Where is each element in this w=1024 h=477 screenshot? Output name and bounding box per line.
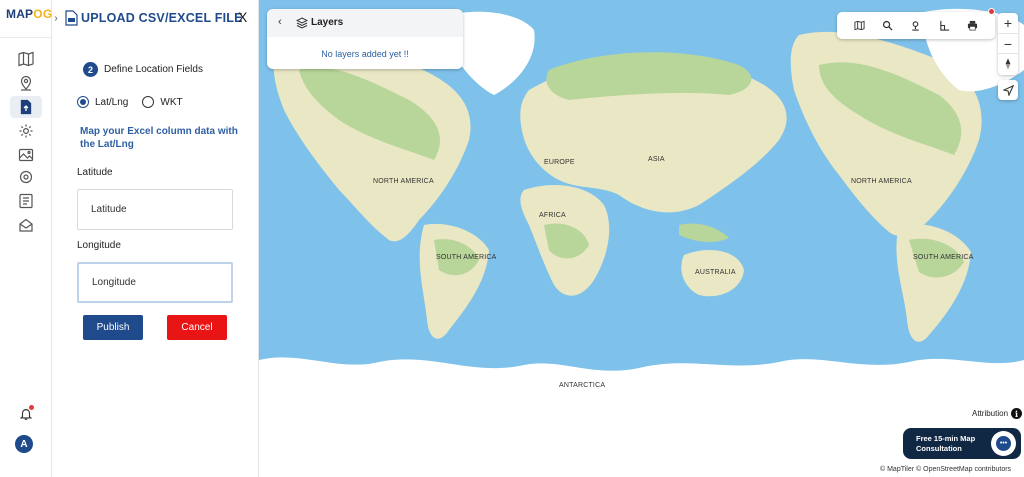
upload-file-icon[interactable] <box>10 96 42 118</box>
photo-icon[interactable] <box>10 144 42 166</box>
pin-icon[interactable] <box>10 72 42 94</box>
radio-latlng[interactable]: Lat/Lng <box>77 96 128 108</box>
mailbox-icon[interactable] <box>10 214 42 236</box>
print-icon[interactable] <box>966 19 980 33</box>
map-credits: © MapTiler © OpenStreetMap contributors <box>880 466 1012 473</box>
csv-file-icon <box>65 10 78 26</box>
cancel-button[interactable]: Cancel <box>167 315 227 340</box>
map-label-australia: AUSTRALIA <box>695 269 736 276</box>
world-map-graphic <box>259 8 1024 477</box>
upload-panel: › UPLOAD CSV/EXCEL FILE X 2 Define Locat… <box>52 0 259 477</box>
attribution-label: Attribution <box>972 409 1009 418</box>
rail-divider <box>0 37 52 38</box>
panel-title: UPLOAD CSV/EXCEL FILE <box>81 11 243 25</box>
map-label-africa: AFRICA <box>539 212 566 219</box>
app-logo[interactable]: MAPOG <box>6 7 52 21</box>
attribution-button[interactable]: Attribution i <box>972 408 1023 419</box>
world-map[interactable]: EUROPE ASIA NORTH AMERICA NORTH AMERICA … <box>259 0 1024 477</box>
publish-button[interactable]: Publish <box>83 315 143 340</box>
info-icon[interactable]: i <box>1011 408 1023 419</box>
chevron-left-icon[interactable]: ‹ <box>278 16 282 28</box>
chevron-right-icon[interactable]: › <box>52 10 60 26</box>
notification-dot <box>29 405 34 410</box>
consultation-button[interactable]: Free 15-min Map Consultation ••• <box>903 428 1021 459</box>
map-label-south-america-right: SOUTH AMERICA <box>913 254 974 261</box>
bell-icon[interactable] <box>16 404 36 424</box>
layers-header: ‹ Layers <box>267 9 463 37</box>
map-label-antarctica: ANTARCTICA <box>559 382 606 389</box>
consultation-text: Free 15-min Map Consultation <box>916 434 976 453</box>
layers-panel: ‹ Layers No layers added yet !! <box>267 9 463 69</box>
map-label-north-america-right: NORTH AMERICA <box>851 178 912 185</box>
map-toolbar <box>837 12 995 39</box>
zoom-in-button[interactable]: + <box>998 13 1018 33</box>
latitude-input[interactable] <box>91 204 232 215</box>
zoom-controls: + − <box>998 13 1018 75</box>
navigate-icon[interactable] <box>998 80 1018 100</box>
latitude-label: Latitude <box>77 167 113 178</box>
toolbar-notification-dot <box>988 8 995 15</box>
step-number: 2 <box>83 62 98 77</box>
map-label-south-america-left: SOUTH AMERICA <box>436 254 497 261</box>
map-label-north-america-left: NORTH AMERICA <box>373 178 434 185</box>
step-indicator: 2 Define Location Fields <box>83 62 203 77</box>
layers-empty-message: No layers added yet !! <box>321 49 409 59</box>
location-pin-icon[interactable] <box>909 19 923 33</box>
latitude-field[interactable] <box>77 189 233 230</box>
longitude-input[interactable] <box>92 277 231 288</box>
radio-wkt-indicator[interactable] <box>142 96 155 108</box>
panel-header: › UPLOAD CSV/EXCEL FILE X <box>52 0 259 37</box>
measure-icon[interactable] <box>937 19 951 33</box>
avatar[interactable]: A <box>15 435 33 453</box>
gear-icon[interactable] <box>10 166 42 188</box>
chat-icon[interactable]: ••• <box>991 431 1016 456</box>
longitude-label: Longitude <box>77 240 121 251</box>
list-icon[interactable] <box>10 190 42 212</box>
map-description: Map your Excel column data with the Lat/… <box>80 126 238 150</box>
map-layers-icon[interactable] <box>852 19 866 33</box>
longitude-field[interactable] <box>77 262 233 303</box>
close-button[interactable]: X <box>238 9 247 25</box>
map-label-europe: EUROPE <box>544 159 575 166</box>
radio-wkt[interactable]: WKT <box>142 96 183 108</box>
location-type-radios: Lat/Lng WKT <box>77 96 197 108</box>
compass-icon[interactable] <box>998 53 1018 73</box>
layers-title: Layers <box>311 17 344 28</box>
zoom-out-button[interactable]: − <box>998 33 1018 53</box>
map-icon[interactable] <box>10 48 42 70</box>
settings-icon[interactable] <box>10 120 42 142</box>
search-icon[interactable] <box>881 19 895 33</box>
radio-latlng-label: Lat/Lng <box>95 96 129 108</box>
step-label: Define Location Fields <box>104 64 203 75</box>
left-rail: MAPOG A <box>0 0 52 477</box>
radio-latlng-indicator[interactable] <box>77 96 89 108</box>
layers-icon <box>296 17 308 29</box>
radio-wkt-label: WKT <box>160 96 183 108</box>
map-label-asia: ASIA <box>648 156 665 163</box>
